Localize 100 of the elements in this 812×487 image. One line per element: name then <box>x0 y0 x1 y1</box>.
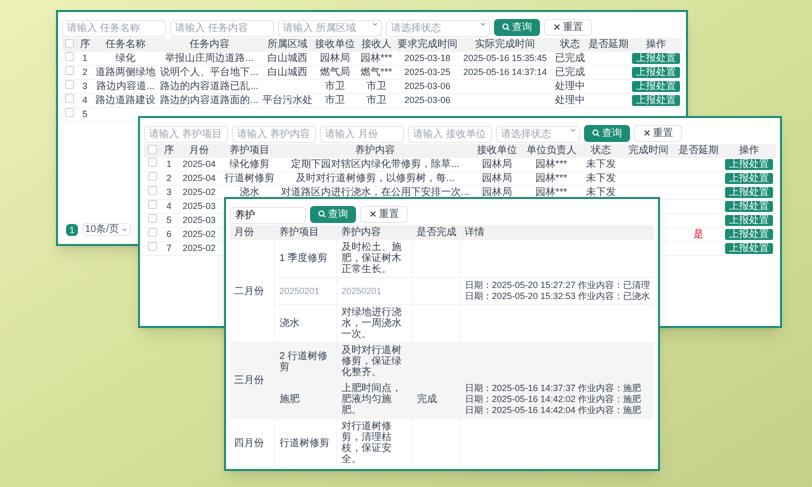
table-cell: 市卫 <box>325 94 346 106</box>
column-header: 序 <box>160 144 178 158</box>
report-button[interactable]: 上报处置 <box>725 228 774 240</box>
checkbox[interactable] <box>148 172 157 181</box>
table-cell: 二月份 <box>234 286 264 296</box>
reset-button[interactable]: 重置 <box>544 18 592 36</box>
table-cell: 20250201 <box>341 286 382 296</box>
input-field[interactable]: 请输入 养护内容 <box>232 126 316 143</box>
table-cell: 3 <box>166 187 172 197</box>
checkbox[interactable] <box>148 242 157 251</box>
table-cell: 未下发 <box>586 172 616 184</box>
search-icon <box>592 129 600 137</box>
checkbox[interactable] <box>64 108 74 117</box>
table-cell: 路边的内容道路面的... <box>160 94 259 106</box>
select-field[interactable]: 请选择状态 <box>386 20 490 37</box>
checkbox[interactable] <box>64 80 74 89</box>
table-cell: 燃气*** <box>360 66 392 78</box>
table-cell: 举报山庄周边道路... <box>165 52 254 64</box>
table-cell: 2025-03-06 <box>404 81 450 91</box>
report-button[interactable]: 上报处置 <box>725 186 774 198</box>
caret-icon <box>479 20 487 28</box>
table-cell: 平台污水处 <box>262 94 313 106</box>
input-field[interactable]: 请输入 任务内容 <box>170 20 274 37</box>
detail-line: 日期：2025-05-16 14:42:02 作业内容：施肥 <box>464 394 642 405</box>
table-cell: 浇水 <box>279 318 300 329</box>
report-button[interactable]: 上报处置 <box>632 80 680 92</box>
table-cell: 对绿地进行浇水，一周浇水一次。 <box>341 307 402 340</box>
column-header: 单位负责人 <box>522 144 580 158</box>
table-cell: 三月份 <box>234 375 264 386</box>
caret-icon <box>371 20 379 28</box>
report-button[interactable]: 上报处置 <box>632 66 680 78</box>
column-header: 是否完成 <box>412 225 460 240</box>
checkbox[interactable] <box>148 228 157 237</box>
column-header: 完成时间 <box>622 144 675 158</box>
reset-button[interactable]: 重置 <box>634 124 682 142</box>
column-header: 养护项目 <box>220 144 280 158</box>
table-cell: 绿化 <box>116 52 136 64</box>
checkbox[interactable] <box>64 38 74 48</box>
select-field[interactable]: 请输入 所属区域 <box>278 20 382 37</box>
reset-button[interactable]: 重置 <box>360 206 408 222</box>
input-field[interactable]: 请输入 接收单位 <box>408 126 492 143</box>
table-cell: 1 <box>82 53 88 63</box>
table-cell: 市卫 <box>366 94 386 106</box>
report-button[interactable]: 上报处置 <box>725 172 774 184</box>
checkbox[interactable] <box>64 66 74 75</box>
table-cell: 2 <box>82 67 88 77</box>
table-cell: 未下发 <box>586 158 616 170</box>
column-header: 序 <box>76 38 93 52</box>
input-field[interactable]: 请输入 月份 <box>320 126 404 143</box>
table-cell: 施肥 <box>279 394 300 405</box>
table-cell: 2025-04 <box>182 159 216 169</box>
table-cell: 处理中 <box>554 80 585 92</box>
page-size-select[interactable]: 10条/页 <box>82 223 131 236</box>
table-cell: 2025-04 <box>182 173 216 183</box>
select-field[interactable]: 请选择状态 <box>496 126 580 143</box>
report-button[interactable]: 上报处置 <box>725 200 774 212</box>
search-icon <box>502 23 510 31</box>
input-field[interactable]: 请输入 任务名称 <box>62 20 166 37</box>
search-button[interactable]: 查询 <box>584 124 630 142</box>
column-header: 操作 <box>722 144 776 158</box>
report-button[interactable]: 上报处置 <box>632 94 680 106</box>
checkbox[interactable] <box>148 214 157 223</box>
checkbox[interactable] <box>148 158 157 167</box>
column-header: 实际完成时间 <box>458 38 552 52</box>
checkbox[interactable] <box>64 52 74 61</box>
table-cell: 燃气局 <box>320 66 350 78</box>
table-cell: 2025-03-06 <box>404 95 450 105</box>
table-cell: 完成 <box>416 394 437 405</box>
close-icon <box>369 210 377 218</box>
search-button[interactable]: 查询 <box>310 206 356 222</box>
detail-line: 日期：2025-05-20 15:27:27 作业内容：已清理 <box>464 280 650 291</box>
search-icon <box>318 210 326 218</box>
table-cell: 说明个人、平台地下... <box>160 66 259 78</box>
column-header: 接收单位 <box>314 38 356 52</box>
table-cell: 对行道树修剪，清理枯枝，保证安全。 <box>341 421 392 465</box>
column-header: 是否延期 <box>674 144 722 158</box>
search-button[interactable]: 查询 <box>494 18 540 36</box>
table-cell: 四月份 <box>234 438 264 448</box>
caret-icon <box>120 226 128 233</box>
table-cell: 市卫 <box>325 80 346 92</box>
page-button[interactable]: 1 <box>66 224 78 236</box>
table-cell: 园林*** <box>360 52 392 64</box>
detail-line: 日期：2025-05-16 14:37:37 作业内容：施肥 <box>464 383 642 394</box>
table-cell: 2025-02 <box>182 243 216 253</box>
checkbox[interactable] <box>148 186 157 195</box>
table-cell: 2025-05-16 14:37:14 <box>463 67 547 77</box>
checkbox[interactable] <box>64 94 74 103</box>
checkbox[interactable] <box>148 144 157 154</box>
report-button[interactable]: 上报处置 <box>725 158 774 170</box>
table-cell: 2025-03 <box>182 215 216 225</box>
table-cell: 是 <box>693 228 704 240</box>
table-cell: 白山城西 <box>268 52 308 64</box>
report-button[interactable]: 上报处置 <box>725 242 774 254</box>
checkbox[interactable] <box>148 200 157 209</box>
table-cell: 道路两侧绿地 <box>96 66 156 78</box>
input-field[interactable]: 请输入 养护项目 <box>144 126 228 143</box>
input-field[interactable]: 养护 <box>230 206 306 224</box>
report-button[interactable]: 上报处置 <box>632 52 680 64</box>
report-button[interactable]: 上报处置 <box>725 214 774 226</box>
close-icon <box>643 129 651 137</box>
